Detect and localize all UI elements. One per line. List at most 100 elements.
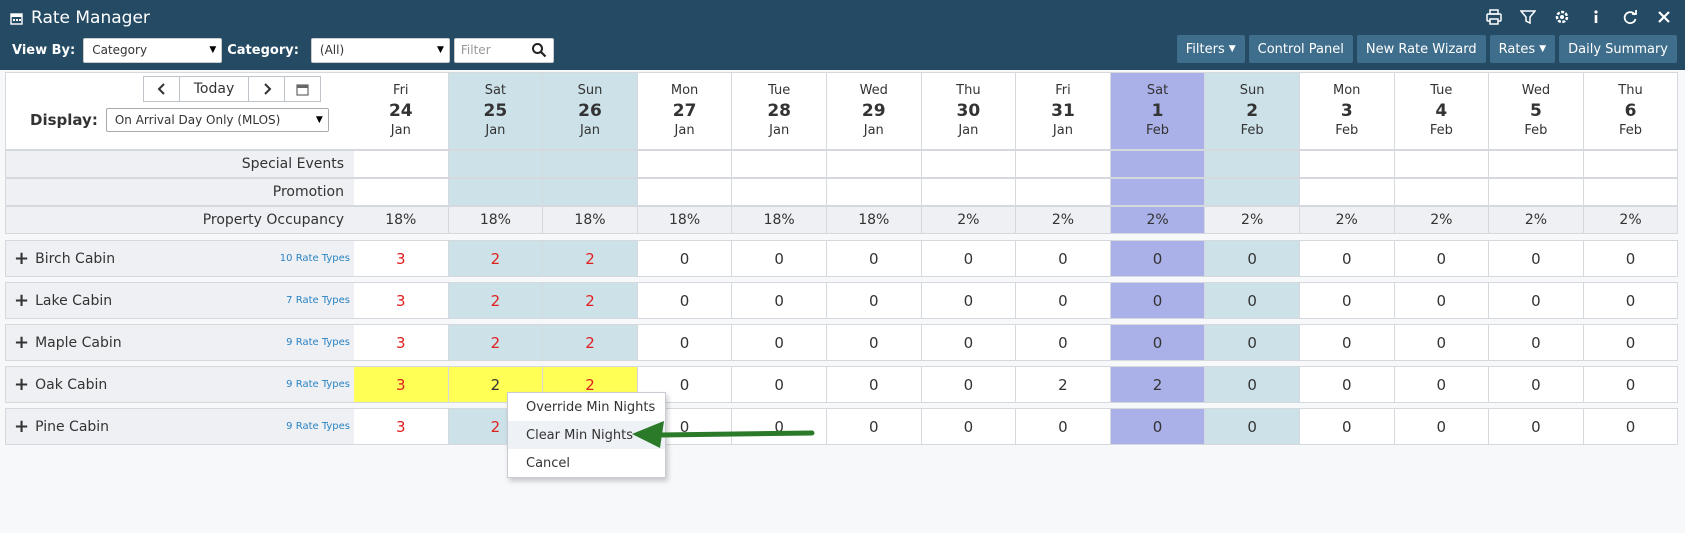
min-nights-cell[interactable]: 0	[1394, 366, 1490, 403]
min-nights-cell[interactable]: 0	[1205, 324, 1300, 361]
display-select[interactable]: On Arrival Day Only (MLOS) ▼	[105, 108, 329, 132]
rates-button[interactable]: Rates ▼	[1489, 35, 1556, 63]
rate-types-link[interactable]: 7 Rate Types	[286, 295, 350, 306]
date-header-cell[interactable]: Fri 31 Jan	[1016, 72, 1111, 150]
date-header-cell[interactable]: Sun 26 Jan	[543, 72, 638, 150]
new-rate-wizard-button[interactable]: New Rate Wizard	[1356, 35, 1486, 63]
min-nights-cell[interactable]: 3	[354, 240, 449, 277]
min-nights-cell[interactable]: 0	[1110, 408, 1206, 445]
min-nights-cell[interactable]: 0	[1110, 324, 1206, 361]
min-nights-cell[interactable]: 0	[921, 366, 1017, 403]
min-nights-cell[interactable]: 0	[826, 408, 922, 445]
min-nights-cell[interactable]: 2	[543, 240, 638, 277]
date-header-cell[interactable]: Fri 24 Jan	[354, 72, 449, 150]
rate-types-link[interactable]: 9 Rate Types	[286, 379, 350, 390]
min-nights-cell[interactable]: 3	[354, 324, 449, 361]
next-button[interactable]	[248, 76, 285, 102]
view-by-select[interactable]: Category ▼	[83, 37, 223, 63]
min-nights-cell[interactable]: 0	[1489, 240, 1584, 277]
min-nights-cell[interactable]: 3	[354, 408, 449, 445]
min-nights-cell[interactable]: 0	[1489, 282, 1584, 319]
min-nights-cell[interactable]: 3	[354, 282, 449, 319]
min-nights-cell[interactable]: 0	[1394, 408, 1490, 445]
min-nights-cell[interactable]: 0	[732, 282, 827, 319]
date-header-cell[interactable]: Sat 1 Feb	[1110, 72, 1206, 150]
min-nights-cell[interactable]: 0	[1016, 240, 1111, 277]
min-nights-cell[interactable]: 0	[1299, 324, 1395, 361]
min-nights-cell[interactable]: 0	[826, 240, 922, 277]
min-nights-cell[interactable]: 0	[732, 324, 827, 361]
min-nights-cell[interactable]: 0	[637, 324, 733, 361]
min-nights-cell[interactable]: 0	[1394, 240, 1490, 277]
meta-cell[interactable]	[448, 150, 544, 178]
today-button[interactable]: Today	[179, 76, 249, 102]
date-header-cell[interactable]: Wed 5 Feb	[1489, 72, 1584, 150]
min-nights-cell[interactable]: 0	[1110, 240, 1206, 277]
min-nights-cell[interactable]: 0	[1394, 282, 1490, 319]
cancel-item[interactable]: Cancel	[508, 449, 665, 477]
control-panel-button[interactable]: Control Panel	[1248, 35, 1353, 63]
date-header-cell[interactable]: Tue 4 Feb	[1394, 72, 1490, 150]
min-nights-cell[interactable]: 0	[1583, 240, 1679, 277]
date-header-cell[interactable]: Mon 3 Feb	[1299, 72, 1395, 150]
meta-cell[interactable]	[637, 150, 733, 178]
meta-cell[interactable]	[732, 178, 827, 206]
meta-cell[interactable]	[1205, 178, 1300, 206]
category-select[interactable]: (All) ▼	[310, 37, 450, 63]
expand-plus-icon[interactable]: +	[14, 332, 29, 353]
min-nights-cell[interactable]: 0	[1394, 324, 1490, 361]
meta-cell[interactable]	[543, 178, 638, 206]
meta-cell[interactable]	[354, 150, 449, 178]
min-nights-cell[interactable]: 0	[1299, 282, 1395, 319]
min-nights-cell[interactable]: 0	[1016, 324, 1111, 361]
min-nights-cell[interactable]: 0	[637, 282, 733, 319]
meta-cell[interactable]	[921, 150, 1017, 178]
min-nights-cell[interactable]: 0	[1299, 408, 1395, 445]
meta-cell[interactable]	[1583, 178, 1679, 206]
meta-cell[interactable]	[1299, 178, 1395, 206]
filter-icon[interactable]	[1517, 6, 1539, 28]
min-nights-cell[interactable]: 2	[448, 240, 544, 277]
date-header-cell[interactable]: Sat 25 Jan	[448, 72, 544, 150]
date-header-cell[interactable]: Sun 2 Feb	[1205, 72, 1300, 150]
min-nights-cell[interactable]: 0	[1299, 240, 1395, 277]
min-nights-cell[interactable]: 0	[1205, 240, 1300, 277]
meta-cell[interactable]	[1110, 178, 1206, 206]
min-nights-cell[interactable]: 0	[921, 324, 1017, 361]
expand-plus-icon[interactable]: +	[14, 416, 29, 437]
min-nights-cell[interactable]: 0	[1110, 282, 1206, 319]
min-nights-cell[interactable]: 2	[543, 324, 638, 361]
min-nights-cell[interactable]: 0	[826, 282, 922, 319]
min-nights-cell[interactable]: 0	[921, 240, 1017, 277]
meta-cell[interactable]	[354, 178, 449, 206]
filter-input[interactable]: Filter	[453, 37, 554, 63]
rate-types-link[interactable]: 10 Rate Types	[280, 253, 350, 264]
meta-cell[interactable]	[826, 150, 922, 178]
min-nights-cell[interactable]: 0	[1489, 324, 1584, 361]
min-nights-cell[interactable]: 2	[448, 282, 544, 319]
min-nights-cell[interactable]: 2	[1016, 366, 1111, 403]
expand-plus-icon[interactable]: +	[14, 248, 29, 269]
gear-icon[interactable]	[1551, 6, 1573, 28]
meta-cell[interactable]	[1489, 150, 1584, 178]
print-icon[interactable]	[1483, 6, 1505, 28]
min-nights-cell[interactable]: 0	[1583, 282, 1679, 319]
meta-cell[interactable]	[637, 178, 733, 206]
meta-cell[interactable]	[1394, 178, 1490, 206]
meta-cell[interactable]	[1016, 150, 1111, 178]
min-nights-cell[interactable]: 0	[1299, 366, 1395, 403]
prev-button[interactable]	[143, 76, 180, 102]
meta-cell[interactable]	[1110, 150, 1206, 178]
min-nights-cell[interactable]: 0	[1489, 366, 1584, 403]
refresh-icon[interactable]	[1619, 6, 1641, 28]
meta-cell[interactable]	[1583, 150, 1679, 178]
close-icon[interactable]	[1653, 6, 1675, 28]
min-nights-cell[interactable]: 0	[1583, 324, 1679, 361]
date-header-cell[interactable]: Thu 6 Feb	[1583, 72, 1679, 150]
min-nights-cell[interactable]: 0	[732, 240, 827, 277]
meta-cell[interactable]	[1205, 150, 1300, 178]
min-nights-cell[interactable]: 0	[826, 366, 922, 403]
rate-types-link[interactable]: 9 Rate Types	[286, 421, 350, 432]
expand-plus-icon[interactable]: +	[14, 374, 29, 395]
info-icon[interactable]	[1585, 6, 1607, 28]
